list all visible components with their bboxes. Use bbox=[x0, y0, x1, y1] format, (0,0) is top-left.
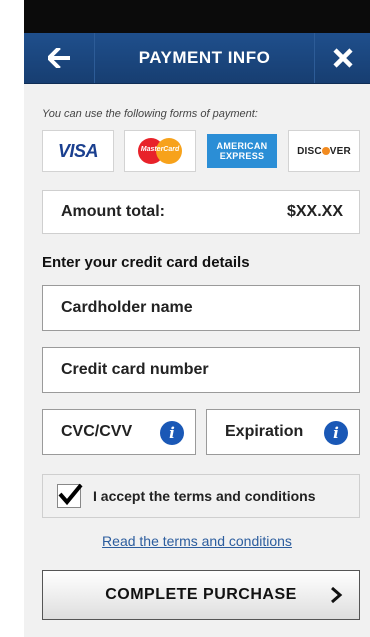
card-details-heading: Enter your credit card details bbox=[42, 254, 250, 271]
mastercard-logo: MasterCard bbox=[124, 130, 196, 172]
cvc-field[interactable]: CVC/CVV i bbox=[42, 409, 196, 455]
read-terms-link[interactable]: Read the terms and conditions bbox=[24, 533, 370, 549]
cardholder-name-field[interactable]: Cardholder name bbox=[42, 285, 360, 331]
complete-purchase-button[interactable]: COMPLETE PURCHASE bbox=[42, 570, 360, 620]
payment-screen: PAYMENT INFO You can use the following f… bbox=[24, 33, 370, 637]
page-title: PAYMENT INFO bbox=[138, 48, 271, 67]
terms-checkbox[interactable] bbox=[57, 483, 83, 508]
chevron-right-icon bbox=[331, 586, 343, 604]
header-bar: PAYMENT INFO bbox=[24, 33, 370, 84]
amount-label: Amount total: bbox=[61, 203, 165, 220]
payment-methods-note: You can use the following forms of payme… bbox=[42, 108, 258, 120]
status-bar bbox=[24, 0, 370, 33]
visa-logo: VISA bbox=[42, 130, 114, 172]
arrow-left-icon bbox=[48, 48, 70, 68]
cvc-info-icon[interactable]: i bbox=[160, 421, 184, 445]
close-button[interactable] bbox=[314, 33, 370, 83]
amount-total-box: Amount total: $XX.XX bbox=[42, 190, 360, 234]
expiration-field[interactable]: Expiration i bbox=[206, 409, 360, 455]
amount-value: $XX.XX bbox=[286, 203, 343, 220]
checkmark-icon bbox=[58, 483, 83, 506]
terms-checkbox-row[interactable]: I accept the terms and conditions bbox=[42, 474, 360, 518]
back-button[interactable] bbox=[24, 33, 95, 83]
amex-logo: AMERICAN EXPRESS bbox=[206, 130, 278, 172]
terms-label: I accept the terms and conditions bbox=[93, 488, 316, 504]
expiration-info-icon[interactable]: i bbox=[324, 421, 348, 445]
close-icon bbox=[332, 48, 353, 68]
discover-logo: DISC VER bbox=[288, 130, 360, 172]
card-number-field[interactable]: Credit card number bbox=[42, 347, 360, 393]
